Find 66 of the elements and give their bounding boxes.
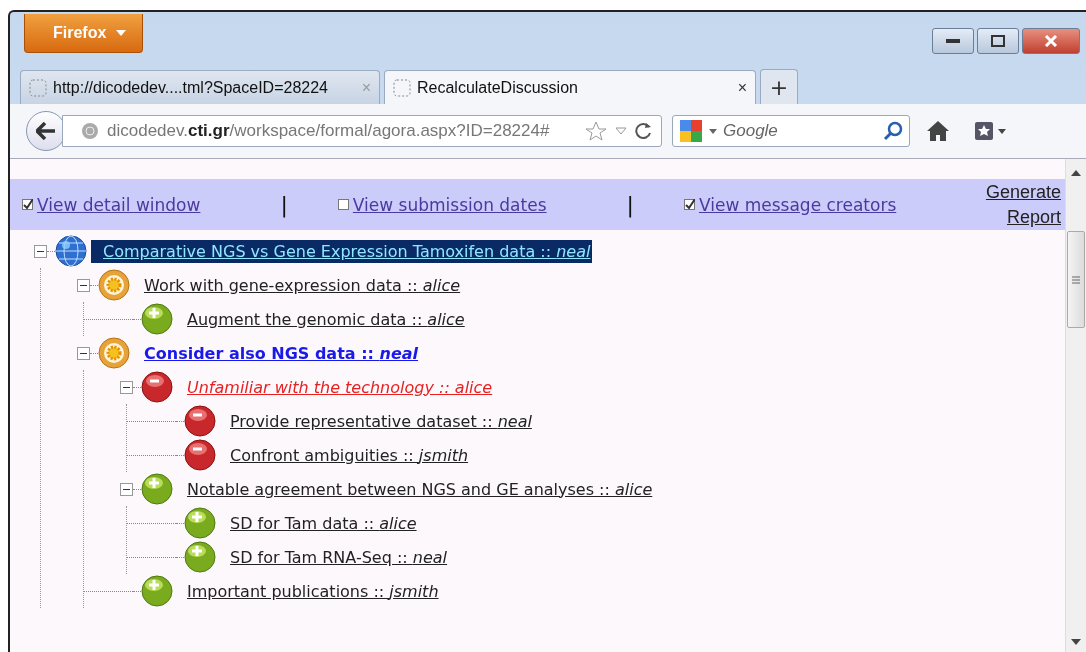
empty-box-icon[interactable] [337, 199, 349, 210]
collapse-icon[interactable] [120, 380, 133, 394]
node-link[interactable]: Important publications :: jsmith [177, 581, 439, 601]
node-link[interactable]: Unfamiliar with the technology :: alice [177, 377, 493, 397]
globe-icon [81, 122, 99, 140]
dropdown-arrow-icon[interactable] [615, 127, 627, 135]
maximize-icon [991, 35, 1005, 47]
minimize-icon [946, 39, 960, 43]
search-field[interactable]: Google [672, 115, 910, 147]
node-link[interactable]: SD for Tam data :: alice [220, 513, 417, 533]
plus-icon [141, 473, 173, 505]
node-link[interactable]: Augment the genomic data :: alice [177, 309, 465, 329]
tab-title: RecalculateDiscussion [417, 78, 579, 97]
sun-icon [98, 337, 130, 369]
checked-box-icon[interactable] [22, 199, 33, 210]
collapse-icon[interactable] [34, 244, 47, 258]
minus-icon [141, 371, 173, 403]
browser-tab[interactable]: http://dicodedev....tml?SpaceID=28224 × [20, 70, 380, 104]
plus-icon [184, 541, 216, 573]
separator: | [280, 192, 288, 217]
globe-icon [55, 235, 87, 267]
minus-icon [184, 439, 216, 471]
view-option-link[interactable]: View submission dates [337, 194, 547, 215]
star-icon[interactable] [585, 121, 607, 141]
search-icon[interactable] [883, 121, 903, 141]
dropdown-arrow-icon[interactable] [709, 128, 717, 134]
page-icon [29, 78, 47, 97]
plus-icon [184, 507, 216, 539]
scroll-up-icon[interactable] [1071, 169, 1081, 177]
grip-icon [1072, 275, 1080, 284]
collapse-icon[interactable] [120, 482, 133, 496]
node-link[interactable]: Confront ambiguities :: jsmith [220, 445, 469, 465]
collapse-icon[interactable] [77, 278, 90, 292]
sun-icon [98, 269, 130, 301]
view-option-link[interactable]: View detail window [22, 194, 201, 215]
caret-icon [116, 30, 127, 36]
home-icon[interactable] [926, 120, 950, 142]
node-link[interactable]: Consider also NGS data :: neal [134, 343, 419, 363]
tab-close-button[interactable]: × [737, 78, 747, 97]
node-link[interactable]: Work with gene-expression data :: alice [134, 275, 461, 295]
new-tab-button[interactable]: + [760, 69, 798, 104]
search-engine-icon[interactable] [679, 119, 703, 143]
collapse-icon[interactable] [77, 346, 90, 360]
bookmarks-menu-icon[interactable] [974, 121, 1008, 141]
reload-icon[interactable] [635, 122, 653, 140]
minus-icon [184, 405, 216, 437]
tab-title: http://dicodedev....tml?SpaceID=28224 [53, 78, 329, 97]
scroll-down-icon[interactable] [1071, 638, 1081, 646]
node-link[interactable]: SD for Tam RNA-Seq :: neal [220, 547, 448, 567]
checked-box-icon[interactable] [683, 199, 695, 210]
node-link[interactable]: Comparative NGS vs Gene Expression Tamoxifen data :: neal [91, 239, 593, 263]
separator: | [626, 192, 634, 217]
generate-report-link[interactable]: Generate Report [969, 179, 1061, 230]
browser-tab[interactable]: RecalculateDiscussion × [384, 70, 756, 104]
plus-icon [141, 303, 173, 335]
plus-icon [141, 575, 173, 607]
node-link[interactable]: Notable agreement between NGS and GE analyses :: alice [177, 479, 653, 499]
node-link[interactable]: Provide representative dataset :: neal [220, 411, 532, 431]
view-option-link[interactable]: View message creators [683, 194, 897, 215]
close-button[interactable] [1022, 28, 1080, 54]
address-bar[interactable]: dicodedev.cti.gr/workspace/formal/agora.aspx?ID=28224# [62, 115, 662, 147]
minimize-button[interactable] [932, 28, 974, 54]
maximize-button[interactable] [977, 28, 1019, 54]
page-icon [393, 78, 411, 97]
back-arrow-icon [36, 122, 56, 140]
close-icon [1044, 35, 1058, 47]
